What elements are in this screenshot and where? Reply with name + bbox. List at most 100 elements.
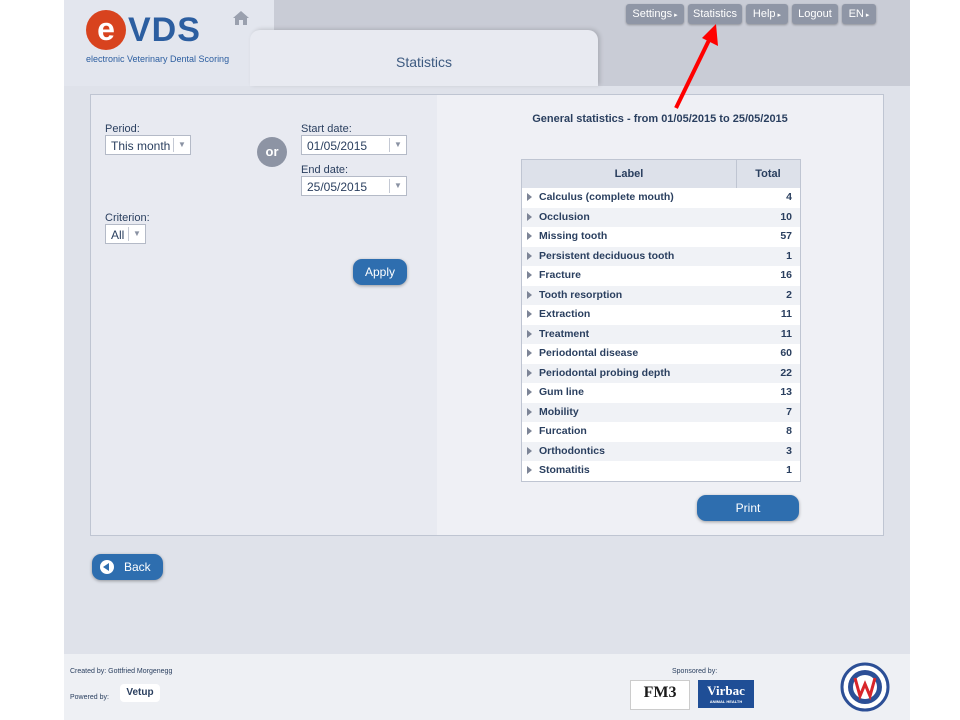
- caret-icon: ▸: [865, 12, 870, 19]
- chevron-down-icon: ▼: [389, 138, 406, 152]
- expand-arrow-icon[interactable]: [527, 232, 532, 240]
- table-body: Calculus (complete mouth) 4 Occlusion 10 Mis…: [522, 188, 800, 481]
- footer: Created by: Gottfried Morgenegg Powered …: [64, 654, 910, 720]
- statistics-panel: Period: This month ▼ or Start date: 01/0…: [90, 94, 884, 536]
- table-row[interactable]: Gum line 13: [522, 383, 800, 403]
- row-label: Orthodontics: [539, 444, 605, 457]
- chevron-down-icon: ▼: [389, 179, 406, 193]
- row-total: 22: [780, 366, 792, 379]
- apply-button[interactable]: Apply: [353, 259, 407, 285]
- table-row[interactable]: Orthodontics 3: [522, 441, 800, 461]
- row-label: Gum line: [539, 386, 584, 398]
- start-date-label: Start date:: [301, 123, 352, 135]
- expand-arrow-icon[interactable]: [527, 329, 532, 338]
- annotation-arrow-icon: [674, 24, 718, 109]
- expand-arrow-icon[interactable]: [527, 193, 532, 201]
- expand-arrow-icon[interactable]: [527, 251, 532, 260]
- menu-help-button[interactable]: Help ▸: [746, 4, 788, 24]
- row-total: 4: [786, 191, 792, 203]
- created-by-text: Created by: Gottfried Morgenegg: [70, 668, 173, 675]
- menu-help-label: Help: [752, 8, 776, 20]
- table-row[interactable]: Mobility 7: [522, 402, 800, 422]
- tab-statistics: Statistics: [250, 30, 598, 86]
- end-date-value: 25/05/2015: [307, 180, 368, 194]
- statistics-results: General statistics - from 01/05/2015 to …: [437, 95, 883, 535]
- top-bar: e VDS electronic Veterinary Dental Scori…: [64, 0, 910, 86]
- table-row[interactable]: Persistent deciduous tooth 1: [522, 246, 800, 266]
- print-button[interactable]: Print: [697, 495, 799, 521]
- expand-arrow-icon[interactable]: [527, 388, 532, 396]
- row-label: Missing tooth: [539, 230, 608, 242]
- stats-title: General statistics - from 01/05/2015 to …: [532, 113, 788, 125]
- back-label: Back: [124, 560, 151, 574]
- row-total: 11: [780, 308, 792, 320]
- table-row[interactable]: Missing tooth 57: [522, 227, 800, 247]
- expand-arrow-icon[interactable]: [527, 407, 532, 416]
- row-total: 3: [786, 444, 792, 457]
- expand-arrow-icon[interactable]: [527, 271, 532, 279]
- row-label: Mobility: [539, 405, 579, 418]
- powered-by-text: Powered by:: [70, 694, 109, 701]
- row-label: Furcation: [539, 425, 587, 437]
- or-badge: or: [257, 137, 287, 167]
- stats-table: Label Total Calculus (complete mouth) 4 Oc…: [521, 159, 801, 482]
- fm3-logo[interactable]: FM3: [630, 680, 690, 710]
- expand-arrow-icon[interactable]: [527, 368, 532, 377]
- row-label: Fracture: [539, 269, 582, 281]
- expand-arrow-icon[interactable]: [527, 310, 532, 318]
- expand-arrow-icon[interactable]: [527, 212, 532, 221]
- row-label: Stomatitis: [539, 464, 590, 476]
- row-total: 57: [780, 230, 792, 242]
- row-label: Calculus (complete mouth): [539, 191, 674, 203]
- expand-arrow-icon[interactable]: [527, 446, 532, 455]
- start-date-field[interactable]: 01/05/2015 ▼: [301, 135, 407, 155]
- table-row[interactable]: Periodontal probing depth 22: [522, 363, 800, 383]
- row-label: Tooth resorption: [539, 288, 623, 301]
- table-row[interactable]: Extraction 11: [522, 305, 800, 325]
- row-total: 7: [786, 405, 792, 418]
- row-total: 2: [786, 288, 792, 301]
- chevron-down-icon: ▼: [173, 138, 190, 152]
- menu-language-button[interactable]: EN ▸: [842, 4, 876, 24]
- table-row[interactable]: Occlusion 10: [522, 207, 800, 227]
- table-row[interactable]: Periodontal disease 60: [522, 344, 800, 364]
- expand-arrow-icon[interactable]: [527, 349, 532, 357]
- row-total: 60: [780, 347, 792, 359]
- vetup-logo[interactable]: Vetup: [120, 684, 160, 702]
- table-row[interactable]: Calculus (complete mouth) 4: [522, 188, 800, 208]
- table-row[interactable]: Treatment 11: [522, 324, 800, 344]
- expand-arrow-icon[interactable]: [527, 466, 532, 474]
- row-label: Occlusion: [539, 210, 590, 223]
- logo-name: VDS: [128, 11, 201, 49]
- criterion-select[interactable]: All ▼: [105, 224, 146, 244]
- back-button[interactable]: Back: [92, 554, 163, 580]
- expand-arrow-icon[interactable]: [527, 427, 532, 435]
- row-total: 1: [786, 464, 792, 476]
- virbac-subtitle: ANIMAL HEALTH: [709, 699, 743, 704]
- menu-logout-label: Logout: [798, 8, 832, 20]
- table-row[interactable]: Stomatitis 1: [522, 461, 800, 481]
- column-header-label: Label: [522, 160, 737, 188]
- menu-logout-button[interactable]: Logout: [792, 4, 838, 24]
- row-label: Extraction: [539, 308, 591, 320]
- logo-e-mark: e: [86, 10, 126, 50]
- table-row[interactable]: Tooth resorption 2: [522, 285, 800, 305]
- row-total: 10: [780, 210, 792, 223]
- row-label: Periodontal probing depth: [539, 366, 671, 379]
- period-label: Period:: [105, 123, 140, 135]
- menu-language-label: EN: [848, 8, 864, 20]
- row-total: 8: [786, 425, 792, 437]
- table-row[interactable]: Fracture 16: [522, 266, 800, 286]
- virbac-logo[interactable]: Virbac ANIMAL HEALTH: [698, 680, 754, 708]
- table-row[interactable]: Furcation 8: [522, 422, 800, 442]
- end-date-field[interactable]: 25/05/2015 ▼: [301, 176, 407, 196]
- tab-statistics-label: Statistics: [395, 54, 452, 70]
- home-icon[interactable]: [232, 10, 250, 26]
- criterion-label: Criterion:: [105, 212, 150, 224]
- period-select[interactable]: This month ▼: [105, 135, 191, 155]
- table-header: Label Total: [522, 160, 800, 188]
- expand-arrow-icon[interactable]: [527, 290, 532, 299]
- virbac-name: Virbac: [707, 683, 745, 698]
- start-date-value: 01/05/2015: [307, 139, 368, 153]
- row-total: 1: [786, 249, 792, 262]
